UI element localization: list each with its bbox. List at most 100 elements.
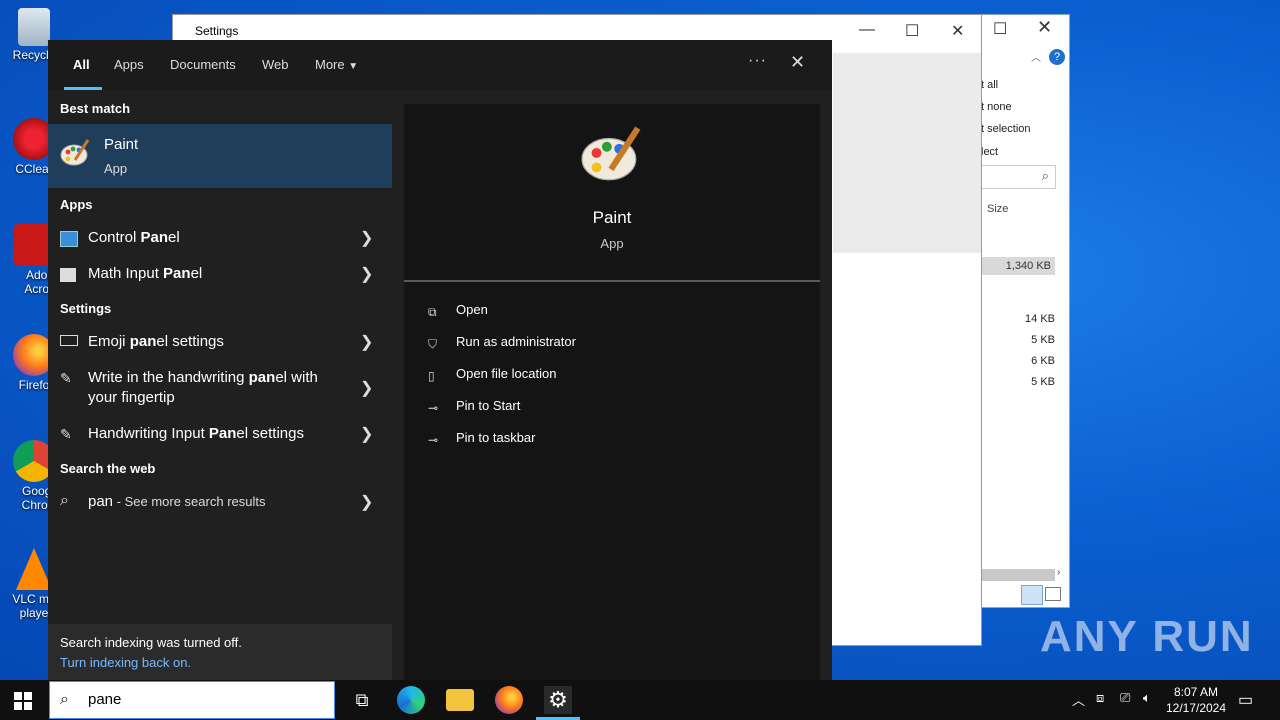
- result-control-panel[interactable]: Control Panel ❯: [48, 228, 392, 248]
- task-view-icon[interactable]: ⧉: [348, 686, 376, 714]
- best-match-header: Best match: [60, 101, 131, 116]
- apps-header: Apps: [60, 197, 93, 212]
- result-emoji-panel-settings[interactable]: Emoji panel settings ❯: [48, 332, 392, 352]
- taskbar-search-box[interactable]: ⌕: [49, 681, 335, 719]
- tab-more-label: More: [315, 57, 345, 72]
- large-icons-view-icon[interactable]: [1045, 587, 1061, 601]
- action-pin-to-taskbar[interactable]: ⊸ Pin to taskbar: [428, 430, 536, 447]
- network-adapter-icon[interactable]: ⧈: [1096, 690, 1104, 706]
- table-row-selected[interactable]: 1,340 KB: [981, 257, 1055, 275]
- paint-icon: [60, 139, 90, 166]
- chevron-up-icon[interactable]: ︿: [1031, 49, 1041, 64]
- best-match-subtitle: App: [104, 161, 128, 176]
- search-input[interactable]: [86, 690, 320, 709]
- details-view-icon[interactable]: [1021, 585, 1043, 605]
- keyboard-icon: [60, 335, 78, 346]
- preview-title: Paint: [592, 208, 632, 227]
- turn-indexing-on-link[interactable]: Turn indexing back on.: [60, 655, 191, 670]
- maximize-icon[interactable]: ☐: [993, 19, 1007, 39]
- preview-header: Paint App: [404, 104, 820, 280]
- results-list: Best match Paint App Apps Control Panel …: [48, 90, 392, 680]
- chevron-right-icon[interactable]: ❯: [360, 492, 373, 512]
- chevron-right-icon[interactable]: ❯: [360, 264, 373, 284]
- action-label: Open file location: [456, 366, 557, 381]
- close-icon[interactable]: ✕: [951, 21, 964, 41]
- settings-window-title: Settings: [195, 24, 239, 38]
- preview-pane: Paint App ⧉ Open ⛉ Run as administrator ▯ O…: [404, 104, 820, 680]
- open-icon: ⧉: [428, 305, 437, 319]
- action-label: Pin to taskbar: [456, 430, 536, 445]
- clock[interactable]: 8:07 AM 12/17/2024: [1160, 684, 1232, 716]
- show-hidden-icons-icon[interactable]: ︿: [1072, 690, 1085, 709]
- action-run-as-admin[interactable]: ⛉ Run as administrator: [428, 334, 576, 351]
- result-handwriting-panel-fingertip[interactable]: ✎ Write in the handwriting panel with you…: [48, 368, 392, 410]
- chevron-right-icon[interactable]: ❯: [360, 378, 373, 398]
- windows-start-icon[interactable]: [14, 692, 32, 710]
- action-pin-to-start[interactable]: ⊸ Pin to Start: [428, 398, 520, 415]
- search-web-header: Search the web: [60, 461, 156, 476]
- file-explorer-icon[interactable]: [446, 689, 474, 711]
- notifications-icon[interactable]: ▭: [1238, 690, 1253, 710]
- menu-select-none[interactable]: t none: [981, 101, 1069, 113]
- result-label: pan - See more search results: [88, 493, 266, 510]
- close-icon[interactable]: ✕: [1037, 17, 1052, 38]
- more-options-icon[interactable]: ···: [748, 52, 767, 70]
- network-icon[interactable]: ⎚: [1120, 690, 1130, 706]
- pen-icon: ✎: [60, 370, 72, 386]
- tab-web[interactable]: Web: [262, 57, 289, 72]
- search-icon: ⌕: [1041, 168, 1049, 183]
- settings-gear-icon[interactable]: ⚙: [544, 686, 572, 714]
- clock-date: 12/17/2024: [1165, 701, 1227, 715]
- result-label: Handwriting Input Panel settings: [88, 425, 304, 442]
- explorer-window: ☐ ✕ ︿ ? t all t none t selection lect ⌕ …: [978, 14, 1070, 608]
- result-math-input-panel[interactable]: Math Input Panel ❯: [48, 264, 392, 284]
- action-open[interactable]: ⧉ Open: [428, 302, 488, 319]
- menu-select-all[interactable]: t all: [981, 79, 1069, 91]
- chevron-right-icon[interactable]: ❯: [360, 332, 373, 352]
- best-match-item[interactable]: Paint App: [48, 124, 392, 188]
- help-icon[interactable]: ?: [1049, 49, 1065, 65]
- tab-apps[interactable]: Apps: [114, 57, 144, 72]
- pin-icon: ⊸: [428, 401, 439, 415]
- action-label: Run as administrator: [456, 334, 576, 349]
- divider: [404, 280, 820, 282]
- menu-select[interactable]: lect: [981, 146, 1069, 158]
- action-open-file-location[interactable]: ▯ Open file location: [428, 366, 556, 383]
- menu-invert-selection[interactable]: t selection: [981, 123, 1069, 135]
- result-label: Control Panel: [88, 229, 180, 246]
- anyrun-watermark: ANY RUN: [1040, 612, 1254, 661]
- result-label: Emoji panel settings: [88, 333, 224, 350]
- math-input-panel-icon: [60, 268, 76, 282]
- maximize-icon[interactable]: ☐: [905, 21, 919, 41]
- result-web-search[interactable]: ⌕ pan - See more search results ❯: [48, 492, 392, 512]
- column-header-size[interactable]: Size: [987, 203, 1069, 215]
- volume-icon[interactable]: 🔈︎: [1143, 690, 1151, 706]
- search-icon: ⌕: [60, 492, 69, 509]
- horizontal-scrollbar[interactable]: [979, 569, 1055, 581]
- result-label: Math Input Panel: [88, 265, 203, 282]
- edge-icon[interactable]: [397, 686, 425, 714]
- close-icon[interactable]: ✕: [790, 52, 805, 73]
- file-size: 6 KB: [1031, 355, 1055, 367]
- file-size: 5 KB: [1031, 334, 1055, 346]
- search-input[interactable]: ⌕: [979, 165, 1056, 189]
- vlc-icon: [16, 548, 52, 590]
- tab-all[interactable]: All: [73, 57, 90, 72]
- minimize-icon[interactable]: —: [859, 21, 875, 39]
- tab-more[interactable]: More ▼: [315, 57, 358, 72]
- tab-documents[interactable]: Documents: [170, 57, 236, 72]
- result-label: Write in the handwriting panel with your …: [88, 369, 318, 406]
- chevron-down-icon: ▼: [348, 61, 359, 72]
- paint-large-icon: [581, 126, 641, 181]
- file-icon: ▯: [428, 369, 435, 383]
- file-size: 5 KB: [1031, 376, 1055, 388]
- best-match-title: Paint: [104, 136, 139, 153]
- scroll-right-icon[interactable]: ›: [1057, 567, 1060, 578]
- control-panel-icon: [60, 231, 78, 247]
- firefox-icon[interactable]: [495, 686, 523, 714]
- action-label: Pin to Start: [456, 398, 521, 413]
- chevron-right-icon[interactable]: ❯: [360, 228, 373, 248]
- chevron-right-icon[interactable]: ❯: [360, 424, 373, 444]
- result-handwriting-input-panel-settings[interactable]: ✎ Handwriting Input Panel settings ❯: [48, 424, 392, 444]
- search-tabs: All Apps Documents Web More ▼ ··· ✕: [48, 40, 832, 90]
